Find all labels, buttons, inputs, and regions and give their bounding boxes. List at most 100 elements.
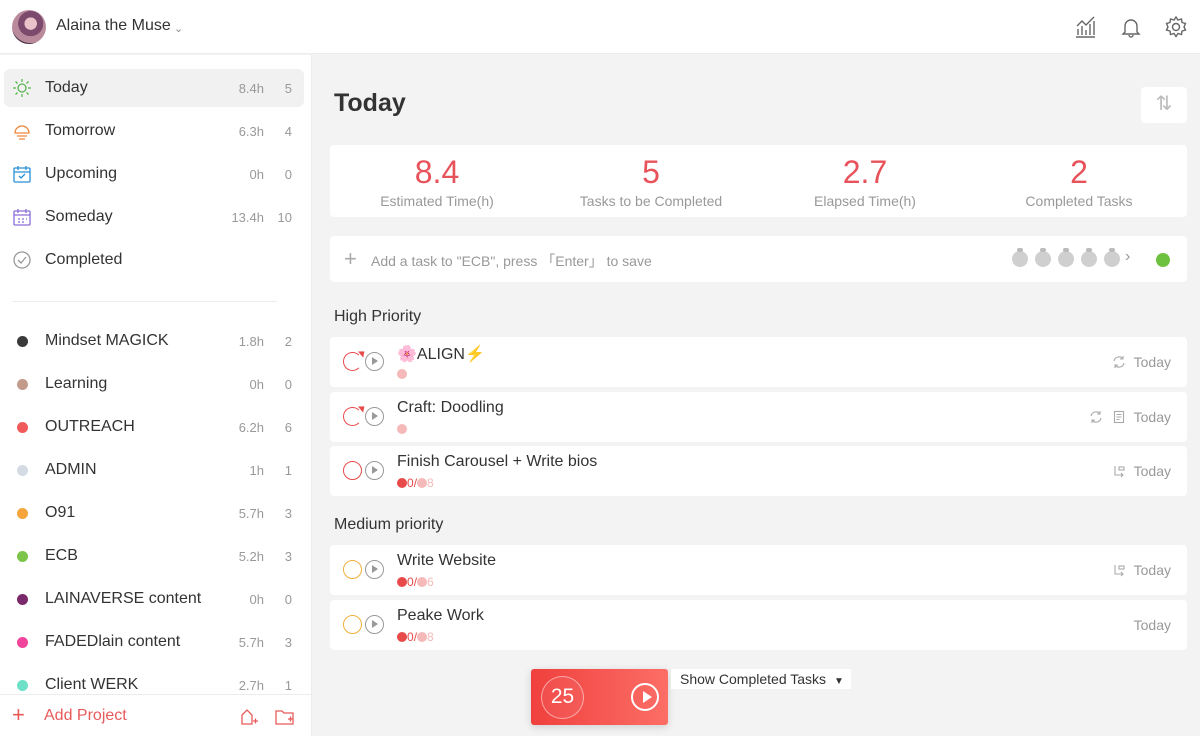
task-title: Write Website [397, 552, 496, 569]
task-checkbox[interactable] [343, 560, 362, 579]
task-due-date[interactable]: Today [1134, 463, 1171, 479]
add-smart-list-icon[interactable] [238, 706, 260, 728]
start-pomodoro-button[interactable] [365, 560, 384, 579]
task-row[interactable]: 🌸ALIGN⚡ Today [330, 337, 1187, 387]
task-checkbox[interactable] [343, 615, 362, 634]
project-count: 0 [284, 377, 292, 392]
repeat-checkbox[interactable] [343, 407, 362, 426]
pomodoro-count [397, 367, 407, 381]
project-color-dot [17, 680, 28, 691]
tomato-icon [417, 577, 428, 587]
pomodoro-estimate-icon[interactable] [1012, 248, 1028, 267]
gear-icon[interactable] [1163, 14, 1189, 40]
statistics-chart-icon[interactable] [1072, 14, 1098, 40]
task-title: Finish Carousel + Write bios [397, 453, 598, 470]
sidebar: Today 8.4h 5 Tomorrow 6.3h 4 Upcoming 0h… [0, 55, 312, 736]
sort-button[interactable]: ⇅ [1141, 87, 1187, 123]
project-count: 3 [284, 549, 292, 564]
add-task-placeholder: Add a task to "ECB", press 「Enter」 to sa… [371, 253, 652, 269]
pomodoro-estimate-icon[interactable] [1058, 248, 1074, 267]
tomato-icon [397, 577, 407, 587]
pomodoro-timer[interactable]: 25 [531, 669, 668, 725]
repeat-checkbox[interactable] [343, 352, 362, 371]
project-label: Client WERK [45, 676, 139, 693]
sidebar-item-label: Completed [45, 251, 123, 268]
task-row[interactable]: Peake Work 0/8 Today [330, 600, 1187, 650]
task-due-date[interactable]: Today [1134, 409, 1171, 425]
sidebar-item-count: 5 [284, 81, 292, 96]
pomodoro-estimate-icon[interactable] [1081, 248, 1097, 267]
start-pomodoro-button[interactable] [365, 461, 384, 480]
project-item[interactable]: Mindset MAGICK 1.8h 2 [4, 322, 304, 360]
task-due-date[interactable]: Today [1134, 562, 1171, 578]
task-due-date[interactable]: Today [1134, 354, 1171, 370]
task-row[interactable]: Write Website 0/6 Today [330, 545, 1187, 595]
project-item[interactable]: O91 5.7h 3 [4, 494, 304, 532]
project-color-dot[interactable] [1156, 253, 1170, 267]
calendar-check-icon [12, 164, 32, 184]
stat-value: 5 [642, 154, 660, 190]
project-time: 5.7h [238, 506, 264, 521]
pomodoro-estimate-icon[interactable] [1035, 248, 1051, 267]
sidebar-item-completed[interactable]: Completed [4, 241, 304, 279]
subtask-icon [1112, 563, 1126, 577]
project-label: OUTREACH [45, 418, 135, 435]
start-pomodoro-button[interactable] [365, 352, 384, 371]
pomodoro-count: 0/6 [397, 575, 434, 589]
pomodoro-done: 0 [407, 630, 414, 644]
project-item[interactable]: ADMIN 1h 1 [4, 451, 304, 489]
chevron-right-icon[interactable]: › [1125, 248, 1130, 266]
stat-value: 2 [1070, 154, 1088, 190]
sidebar-item-today[interactable]: Today 8.4h 5 [4, 69, 304, 107]
tomato-icon [417, 632, 428, 642]
start-pomodoro-button[interactable] [365, 407, 384, 426]
pomodoro-done: 0 [407, 476, 414, 490]
pomodoro-count: 0/8 [397, 630, 434, 644]
task-due-date[interactable]: Today [1134, 617, 1171, 633]
project-color-dot [17, 422, 28, 433]
pomodoro-estimate-icon[interactable] [1104, 248, 1120, 267]
sun-icon [12, 78, 32, 98]
repeat-icon [1089, 410, 1103, 424]
sidebar-item-label: Someday [45, 208, 113, 225]
sidebar-item-upcoming[interactable]: Upcoming 0h 0 [4, 155, 304, 193]
project-count: 3 [284, 506, 292, 521]
timer-minutes: 25 [541, 676, 584, 719]
task-row[interactable]: Craft: Doodling Today [330, 392, 1187, 442]
sidebar-item-label: Today [45, 79, 88, 96]
sidebar-item-label: Tomorrow [45, 122, 116, 139]
pomodoro-done: 0 [407, 575, 414, 589]
plus-icon: + [12, 702, 25, 727]
bell-icon[interactable] [1118, 14, 1144, 40]
pomodoro-estimate: 8 [427, 630, 434, 644]
sort-icon: ⇅ [1155, 93, 1173, 115]
sidebar-item-count: 10 [277, 210, 292, 225]
repeat-icon [1112, 355, 1126, 369]
pomodoro-count: 0/8 [397, 476, 434, 490]
start-pomodoro-button[interactable] [365, 615, 384, 634]
sidebar-item-someday[interactable]: Someday 13.4h 10 [4, 198, 304, 236]
user-name[interactable]: Alaina the Muse [56, 17, 171, 35]
task-row[interactable]: Finish Carousel + Write bios 0/8 Today [330, 446, 1187, 496]
stat-label: Tasks to be Completed [579, 193, 723, 209]
add-folder-icon[interactable] [274, 706, 296, 728]
caret-down-icon: ▼ [833, 676, 844, 687]
play-icon[interactable] [631, 683, 659, 711]
project-item[interactable]: LAINAVERSE content 0h 0 [4, 580, 304, 618]
avatar[interactable] [12, 10, 46, 44]
pomodoro-count [397, 422, 407, 436]
project-item[interactable]: OUTREACH 6.2h 6 [4, 408, 304, 446]
project-item[interactable]: FADEDlain content 5.7h 3 [4, 623, 304, 661]
sidebar-item-tomorrow[interactable]: Tomorrow 6.3h 4 [4, 112, 304, 150]
plus-icon: + [344, 246, 357, 271]
sidebar-item-count: 0 [284, 167, 292, 182]
show-completed-tasks-button[interactable]: Show Completed Tasks ▼ [671, 669, 851, 689]
chevron-down-icon[interactable]: ⌄ [174, 22, 183, 35]
project-count: 2 [284, 334, 292, 349]
stat-value: 8.4 [414, 154, 460, 190]
add-task-input[interactable]: + Add a task to "ECB", press 「Enter」 to … [330, 236, 1187, 282]
project-label: LAINAVERSE content [45, 590, 202, 607]
project-item[interactable]: Learning 0h 0 [4, 365, 304, 403]
project-item[interactable]: ECB 5.2h 3 [4, 537, 304, 575]
task-checkbox[interactable] [343, 461, 362, 480]
